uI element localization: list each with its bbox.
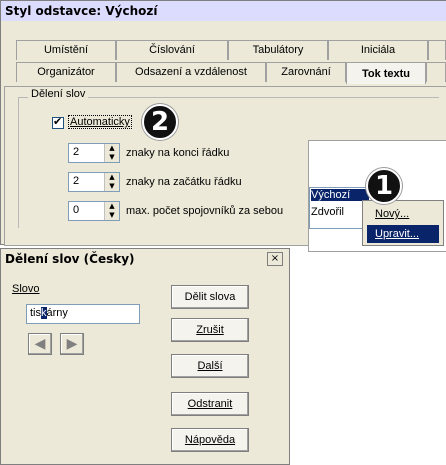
tab-inicialka[interactable]: Iniciála	[328, 40, 428, 60]
tab-tabulatory[interactable]: Tabulátory	[228, 40, 328, 60]
tab-tok-textu[interactable]: Tok textu	[346, 62, 426, 84]
chars-start-label: znaky na začátku řádku	[126, 176, 242, 188]
spin-up-icon[interactable]: ▲	[105, 202, 119, 211]
hyphenate-button[interactable]: Dělit slova	[171, 285, 249, 309]
auto-hyphenation-checkbox[interactable]	[52, 115, 64, 129]
word-label: Slovo	[12, 283, 40, 295]
tab-extra	[428, 40, 446, 60]
menu-item-novy[interactable]: Nový...	[367, 205, 439, 223]
tab-zarovnani[interactable]: Zarovnání	[266, 62, 346, 82]
context-menu: Nový... Upravit...	[362, 200, 444, 246]
style-item-vychozi[interactable]: Výchozí	[311, 189, 369, 201]
spin-down-icon[interactable]: ▼	[105, 211, 119, 220]
max-hyphens-spinner[interactable]: 0 ▲ ▼	[68, 201, 120, 221]
tab-odsazeni[interactable]: Odsazení a vzdálenost	[116, 62, 266, 82]
spin-up-icon[interactable]: ▲	[105, 173, 119, 182]
hyphenation-title: Dělení slov (Česky)	[1, 249, 289, 269]
close-icon[interactable]: ×	[267, 252, 283, 266]
tab-organizator[interactable]: Organizátor	[16, 62, 116, 82]
tab-cislovani[interactable]: Číslování	[116, 40, 228, 60]
hyphenation-group-label: Dělení slov	[28, 88, 89, 100]
step-1-badge: 1	[366, 168, 402, 204]
tab-extra-2	[426, 62, 446, 82]
help-button[interactable]: Nápověda	[171, 428, 249, 452]
spin-down-icon[interactable]: ▼	[105, 153, 119, 162]
style-item-zdvoril[interactable]: Zdvořil	[311, 206, 369, 218]
chars-end-label: znaky na konci řádku	[126, 147, 230, 159]
chars-start-spinner[interactable]: 2 ▲ ▼	[68, 172, 120, 192]
left-arrow-icon[interactable]: ◀	[28, 333, 52, 355]
menu-item-upravit[interactable]: Upravit...	[367, 225, 439, 243]
spin-down-icon[interactable]: ▼	[105, 182, 119, 191]
chars-end-spinner[interactable]: 2 ▲ ▼	[68, 143, 120, 163]
dialog-title: Styl odstavce: Výchozí	[1, 1, 446, 21]
word-field[interactable]: tiskárny	[26, 304, 140, 324]
max-hyphens-label: max. počet spojovníků za sebou	[126, 205, 284, 217]
remove-button[interactable]: Odstranit	[171, 392, 249, 416]
next-button[interactable]: Další	[171, 354, 249, 378]
right-arrow-icon[interactable]: ▶	[60, 333, 84, 355]
spin-up-icon[interactable]: ▲	[105, 144, 119, 153]
step-2-badge: 2	[142, 104, 178, 140]
tab-umisteni[interactable]: Umístění	[16, 40, 116, 60]
cancel-button[interactable]: Zrušit	[171, 318, 249, 342]
auto-hyphenation-label[interactable]: Automaticky	[68, 115, 132, 129]
